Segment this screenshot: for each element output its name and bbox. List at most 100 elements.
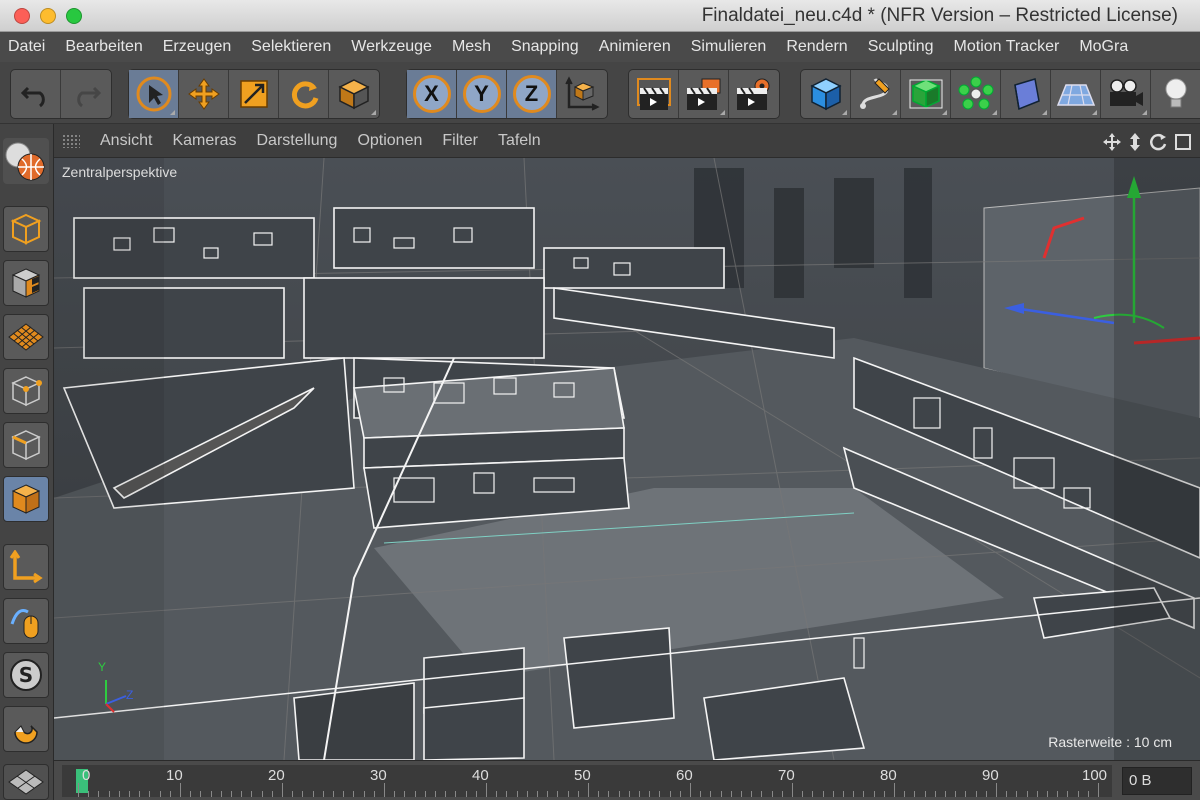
viewport-menu-ansicht[interactable]: Ansicht [90,132,162,150]
close-window-button[interactable] [14,8,30,24]
rotate-button[interactable] [279,70,329,118]
workplane-lock-button[interactable] [3,764,49,800]
ruler-tick [965,791,967,797]
ruler-tick [88,791,90,797]
minimize-window-button[interactable] [40,8,56,24]
deformer-button[interactable] [1001,70,1051,118]
viewport-menu-bar: Ansicht Kameras Darstellung Optionen Fil… [54,124,1200,158]
panel-grip-icon[interactable] [62,133,80,148]
floor-object-button[interactable] [1051,70,1101,118]
menu-rendern[interactable]: Rendern [776,38,857,56]
spline-pen-icon [859,78,890,109]
maximize-view-icon[interactable] [1174,132,1192,152]
render-view-button[interactable] [629,70,679,118]
viewport-navigation [1102,132,1192,152]
menu-sculpting[interactable]: Sculpting [858,38,944,56]
edges-mode-button[interactable] [3,422,49,468]
ruler-tick [129,791,130,797]
points-mode-button[interactable] [3,368,49,414]
ruler-tick [282,783,283,797]
menu-mesh[interactable]: Mesh [442,38,501,56]
viewport-menu-optionen[interactable]: Optionen [347,132,432,150]
move-button[interactable] [179,70,229,118]
polygons-mode-button[interactable] [3,476,49,522]
lock-x-axis-button[interactable]: X [407,70,457,118]
viewport-menu-tafeln[interactable]: Tafeln [488,132,551,150]
lock-y-axis-button[interactable]: Y [457,70,507,118]
tick-label: 0 [82,767,91,784]
viewport-menu-kameras[interactable]: Kameras [162,132,246,150]
zoom-view-icon[interactable] [1128,132,1142,152]
ruler-tick [404,791,406,797]
viewport-menu-darstellung[interactable]: Darstellung [247,132,348,150]
menu-mograph[interactable]: MoGra [1069,38,1138,56]
convert-object-button[interactable] [3,138,49,184]
axis-mode-button[interactable] [3,544,49,590]
menu-animieren[interactable]: Animieren [589,38,681,56]
model-mode-button[interactable] [3,206,49,252]
ruler-tick [302,791,304,797]
ruler-tick [169,791,171,797]
texture-mode-button[interactable] [3,260,49,306]
cube-object-button[interactable] [801,70,851,118]
lock-z-axis-button[interactable]: Z [507,70,557,118]
ruler-tick [241,791,243,797]
workplane-mode-button[interactable] [3,314,49,360]
redo-button[interactable] [61,70,111,118]
cube-icon [338,79,370,110]
coordinate-system-icon [565,76,600,111]
ruler-tick [914,791,916,797]
svg-text:S: S [19,663,33,687]
ruler-tick [373,791,375,797]
scale-button[interactable] [229,70,279,118]
camera-object-button[interactable] [1101,70,1151,118]
menu-bearbeiten[interactable]: Bearbeiten [55,38,152,56]
snapping-button[interactable]: S [3,652,49,698]
menu-selektieren[interactable]: Selektieren [241,38,341,56]
timeline-ruler[interactable]: 0 10 20 30 40 50 60 70 80 90 100 [62,765,1112,797]
perspective-viewport[interactable]: Zentralperspektive Y Z Rasterweite : 10 … [54,158,1200,760]
menu-snapping[interactable]: Snapping [501,38,589,56]
ruler-tick [445,791,447,797]
ruler-tick [180,783,181,797]
zoom-window-button[interactable] [66,8,82,24]
blue-cube-icon [809,78,842,111]
wireframe-scene [54,158,1200,760]
render-picture-viewer-button[interactable] [679,70,729,118]
recent-object-button[interactable] [329,70,379,118]
menu-simulieren[interactable]: Simulieren [681,38,777,56]
menu-erzeugen[interactable]: Erzeugen [153,38,242,56]
undo-button[interactable] [11,70,61,118]
ruler-tick [649,791,651,797]
menu-datei[interactable]: Datei [0,38,55,56]
menu-werkzeuge[interactable]: Werkzeuge [341,38,442,56]
coordinate-system-button[interactable] [557,70,607,118]
spline-pen-button[interactable] [851,70,901,118]
submenu-indicator [1142,110,1147,115]
viewport-menu-filter[interactable]: Filter [432,132,488,150]
tick-label: 30 [370,767,387,784]
menu-motion-tracker[interactable]: Motion Tracker [944,38,1070,56]
live-selection-button[interactable] [129,70,179,118]
rotate-view-icon[interactable] [1148,132,1168,152]
submenu-indicator [371,110,376,115]
light-object-button[interactable] [1151,70,1200,118]
magnet-button[interactable] [3,706,49,752]
ruler-tick [679,791,681,797]
ruler-tick [1047,791,1048,797]
pan-view-icon[interactable] [1102,132,1122,152]
mouse-tweak-icon [10,609,39,639]
render-settings-button[interactable] [729,70,779,118]
cloner-button[interactable] [951,70,1001,118]
move-arrows-icon [187,78,220,110]
ruler-tick [618,791,620,797]
tweak-mode-button[interactable] [3,598,49,644]
ruler-tick [333,791,334,797]
cloner-icon [958,76,993,110]
ruler-tick [955,791,957,797]
ruler-tick [78,783,79,797]
subdivision-surface-button[interactable] [901,70,951,118]
current-frame-field[interactable]: 0 B [1122,767,1192,795]
ruler-tick [537,791,538,797]
mode-sidebar: S [0,124,54,800]
